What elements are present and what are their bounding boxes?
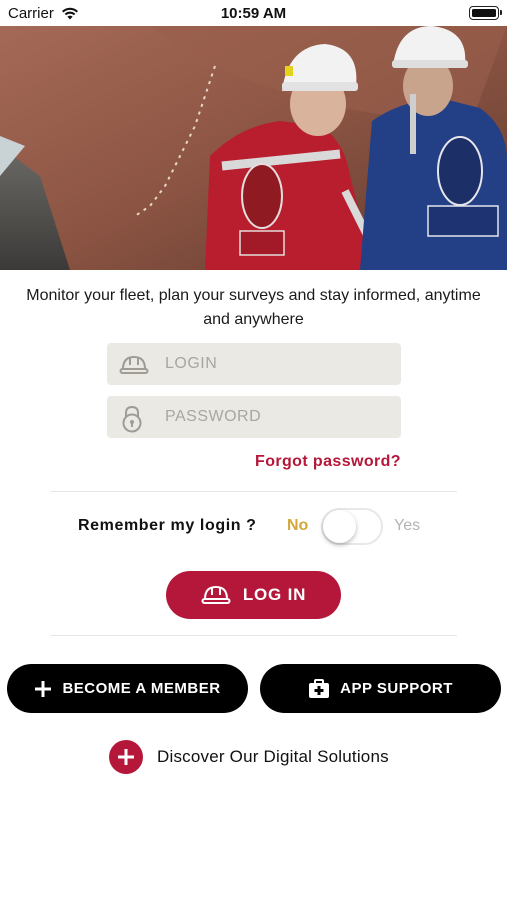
log-in-label: LOG IN: [242, 585, 307, 604]
login-input[interactable]: [165, 343, 395, 385]
plus-icon: [35, 680, 52, 697]
remember-login-label: Remember my login ?: [78, 517, 257, 534]
divider: [50, 491, 457, 492]
discover-label: Discover Our Digital Solutions: [157, 747, 389, 766]
divider: [50, 635, 457, 636]
tagline: Monitor your fleet, plan your surveys an…: [26, 287, 481, 328]
become-member-label: BECOME A MEMBER: [62, 680, 221, 697]
app-support-button[interactable]: APP SUPPORT: [260, 664, 501, 713]
hero-image: [0, 26, 507, 270]
hard-hat-icon: [201, 585, 231, 604]
plus-circle-icon: [109, 740, 143, 774]
log-in-button[interactable]: LOG IN: [166, 571, 341, 619]
battery-icon: [469, 6, 502, 20]
toggle-yes-label: Yes: [394, 517, 421, 534]
password-field[interactable]: [107, 396, 401, 438]
toggle-knob: [323, 510, 356, 543]
toggle-no-label: No: [287, 517, 309, 534]
discover-digital-solutions-link[interactable]: Discover Our Digital Solutions: [109, 740, 389, 774]
login-field[interactable]: [107, 343, 401, 385]
status-time: 10:59 AM: [220, 5, 287, 22]
hard-hat-icon: [119, 355, 149, 374]
padlock-icon: [122, 405, 142, 433]
remember-login-toggle[interactable]: [321, 508, 383, 545]
hero-illustration: [0, 26, 507, 270]
password-input[interactable]: [165, 396, 395, 438]
become-member-button[interactable]: BECOME A MEMBER: [7, 664, 248, 713]
plus-icon: [118, 749, 134, 765]
status-bar: Carrier 10:59 AM: [0, 0, 507, 26]
app-support-label: APP SUPPORT: [340, 680, 453, 697]
forgot-password-link[interactable]: Forgot password?: [255, 453, 401, 471]
first-aid-kit-icon: [309, 678, 330, 698]
